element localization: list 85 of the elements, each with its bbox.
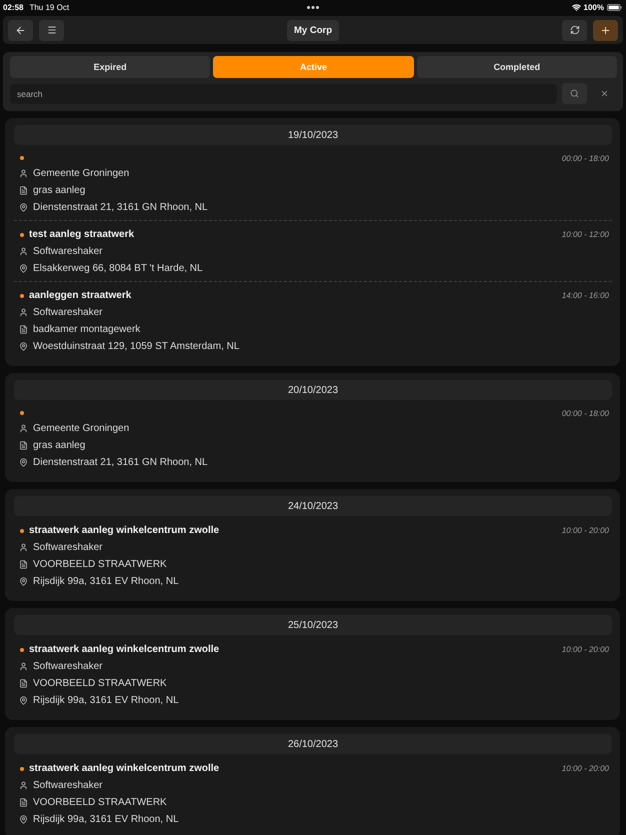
wifi-icon: [572, 2, 581, 12]
status-dot-icon: [20, 294, 24, 298]
date-header: 20/10/2023: [14, 380, 612, 400]
appointment-title: straatwerk aanleg winkelcentrum zwolle: [29, 762, 220, 776]
description: badkamer montagewerk: [33, 324, 140, 335]
location-pin-icon: [19, 264, 28, 273]
add-button[interactable]: [593, 20, 618, 40]
time-range: 10:00 - 20:00: [562, 764, 609, 773]
location-pin-icon: [19, 458, 28, 467]
date-header: 24/10/2023: [14, 496, 612, 516]
client-name: Softwareshaker: [33, 661, 102, 672]
description: VOORBEELD STRAATWERK: [33, 559, 167, 570]
status-time: 02:58: [3, 2, 24, 12]
date-header: 26/10/2023: [14, 734, 612, 754]
time-range: 00:00 - 18:00: [562, 154, 609, 162]
refresh-button[interactable]: [562, 20, 587, 40]
client-name: Gemeente Groningen: [33, 423, 130, 434]
tab[interactable]: Completed: [416, 56, 617, 78]
time-range: 10:00 - 20:00: [562, 645, 609, 654]
search-button[interactable]: [562, 83, 587, 104]
date-header: 25/10/2023: [14, 615, 612, 635]
time-range: 14:00 - 16:00: [562, 291, 609, 300]
status-dot-icon: [20, 232, 24, 236]
address: Rijsdijk 99a, 3161 EV Rhoon, NL: [33, 814, 179, 825]
document-icon: [19, 798, 28, 807]
document-icon: [19, 186, 28, 195]
address: Rijsdijk 99a, 3161 EV Rhoon, NL: [33, 695, 179, 706]
back-arrow-icon: [15, 24, 26, 36]
plus-icon: [600, 24, 611, 36]
status-dot-icon: [20, 156, 24, 160]
time-range: 10:00 - 12:00: [562, 230, 609, 239]
client-name: Softwareshaker: [33, 780, 102, 791]
status-dot-icon: [20, 766, 24, 770]
address: Elsakkerweg 66, 8084 BT 't Harde, NL: [33, 263, 203, 274]
status-date: Thu 19 Oct: [29, 2, 70, 12]
company-button[interactable]: My Corp: [287, 20, 339, 40]
description: VOORBEELD STRAATWERK: [33, 797, 167, 808]
time-range: 00:00 - 18:00: [562, 408, 609, 418]
refresh-icon: [570, 25, 580, 35]
document-icon: [19, 560, 28, 569]
person-icon: [19, 308, 28, 317]
menu-button[interactable]: [39, 20, 64, 40]
person-icon: [19, 781, 28, 790]
client-name: Gemeente Groningen: [33, 168, 130, 179]
search-icon: [570, 89, 579, 98]
address: Woestduinstraat 129, 1059 ST Amsterdam, NL: [33, 341, 240, 352]
person-icon: [19, 247, 28, 256]
battery-percent: 100%: [584, 2, 604, 12]
person-icon: [19, 543, 28, 552]
client-name: Softwareshaker: [33, 307, 102, 318]
battery-icon: [607, 4, 622, 10]
description: gras aanleg: [33, 440, 86, 451]
search-field[interactable]: search: [10, 84, 557, 104]
status-dot-icon: [20, 528, 24, 532]
tab[interactable]: Expired: [10, 56, 210, 78]
person-icon: [19, 169, 28, 178]
description: gras aanleg: [33, 185, 86, 196]
appointment-title: aanleggen straatwerk: [29, 289, 132, 303]
menu-icon: [46, 25, 56, 35]
date-header: 19/10/2023: [14, 125, 612, 145]
client-name: Softwareshaker: [33, 542, 102, 553]
person-icon: [19, 662, 28, 671]
multitask-dots-icon: [306, 6, 318, 8]
document-icon: [19, 679, 28, 688]
appointment-title: straatwerk aanleg winkelcentrum zwolle: [29, 524, 220, 538]
status-dot-icon: [20, 411, 24, 415]
location-pin-icon: [19, 577, 28, 586]
person-icon: [19, 424, 28, 433]
back-button[interactable]: [8, 20, 33, 40]
address: Dienstenstraat 21, 3161 GN Rhoon, NL: [33, 202, 208, 213]
location-pin-icon: [19, 696, 28, 705]
location-pin-icon: [19, 342, 28, 351]
close-icon: [600, 89, 609, 98]
status-dot-icon: [20, 648, 24, 652]
appointment-title: straatwerk aanleg winkelcentrum zwolle: [29, 643, 220, 657]
time-range: 10:00 - 20:00: [562, 526, 609, 535]
address: Rijsdijk 99a, 3161 EV Rhoon, NL: [33, 576, 179, 587]
document-icon: [19, 325, 28, 334]
appointment-title: test aanleg straatwerk: [29, 228, 134, 242]
client-name: Softwareshaker: [33, 246, 102, 257]
document-icon: [19, 441, 28, 450]
location-pin-icon: [19, 203, 28, 212]
description: VOORBEELD STRAATWERK: [33, 678, 167, 689]
address: Dienstenstraat 21, 3161 GN Rhoon, NL: [33, 457, 208, 468]
location-pin-icon: [19, 815, 28, 824]
